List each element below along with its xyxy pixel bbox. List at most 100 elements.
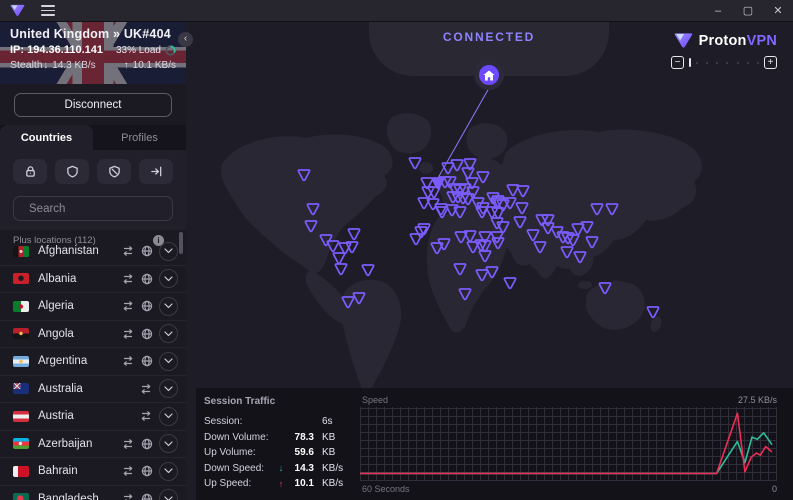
adblocker-filter-button[interactable] bbox=[97, 159, 131, 184]
country-row-algeria[interactable]: Algeria bbox=[0, 293, 186, 321]
chevron-down-icon bbox=[164, 441, 173, 447]
country-expand-button[interactable] bbox=[159, 462, 178, 481]
country-row-bangladesh[interactable]: Bangladesh bbox=[0, 486, 186, 500]
country-expand-button[interactable] bbox=[159, 434, 178, 453]
header-up-speed: 10.1 KB/s bbox=[133, 60, 176, 71]
sidebar-tabs: CountriesProfiles bbox=[0, 125, 186, 150]
tor-globe-icon bbox=[141, 438, 153, 450]
country-expand-button[interactable] bbox=[159, 352, 178, 371]
p2p-swap-icon bbox=[121, 300, 135, 312]
country-row-azerbaijan[interactable]: Azerbaijan bbox=[0, 431, 186, 459]
connection-status: CONNECTED bbox=[369, 30, 609, 44]
down-arrow-icon: ↓ bbox=[43, 60, 48, 71]
chevron-down-icon bbox=[164, 276, 173, 282]
chart-ymin-label: 0 bbox=[772, 484, 777, 494]
flag-ao bbox=[13, 328, 29, 339]
menu-hamburger-icon[interactable] bbox=[41, 5, 55, 15]
ip-value: 194.36.110.141 bbox=[27, 44, 103, 56]
country-row-albania[interactable]: Albania bbox=[0, 266, 186, 294]
disconnect-button[interactable]: Disconnect bbox=[14, 93, 172, 117]
zoom-out-button[interactable]: − bbox=[671, 56, 684, 69]
country-row-afghanistan[interactable]: Afghanistan bbox=[0, 238, 186, 266]
stat-value: 59.6 bbox=[288, 447, 314, 458]
country-name: Australia bbox=[38, 383, 83, 395]
stat-label: Up Volume: bbox=[204, 447, 274, 458]
load-ring-icon bbox=[165, 45, 176, 56]
protonvpn-logo-icon bbox=[674, 32, 693, 49]
sidebar-collapse-button[interactable]: ‹ bbox=[178, 32, 193, 47]
country-name: Albania bbox=[38, 273, 76, 285]
map-zoom-control: − + bbox=[671, 56, 777, 69]
country-row-argentina[interactable]: Argentina bbox=[0, 348, 186, 376]
brand-proton: Proton bbox=[699, 33, 747, 49]
tab-countries[interactable]: Countries bbox=[0, 125, 93, 150]
tor-globe-icon bbox=[141, 300, 153, 312]
secure-core-filter-button[interactable] bbox=[13, 159, 47, 184]
window-minimize-button[interactable]: – bbox=[703, 0, 733, 21]
window-close-button[interactable]: ✕ bbox=[763, 0, 793, 21]
country-expand-button[interactable] bbox=[159, 489, 178, 500]
lock-icon bbox=[24, 165, 37, 178]
netshield-filter-button[interactable] bbox=[55, 159, 89, 184]
home-icon bbox=[483, 70, 495, 81]
zoom-slider-track[interactable] bbox=[696, 62, 759, 64]
filter-row bbox=[0, 150, 186, 188]
p2p-swap-icon bbox=[139, 410, 153, 422]
stat-value: 10.1 bbox=[288, 478, 314, 489]
stat-unit: KB/s bbox=[322, 478, 352, 489]
proton-logo-icon bbox=[10, 4, 25, 17]
chart-xaxis-label: 60 Seconds bbox=[362, 484, 410, 494]
stat-label: Up Speed: bbox=[204, 478, 274, 489]
shield-ad-icon bbox=[108, 165, 121, 178]
zoom-slider-handle[interactable] bbox=[689, 58, 691, 67]
upload-speed-line bbox=[360, 413, 772, 473]
flag-af bbox=[13, 246, 29, 257]
country-name: Algeria bbox=[38, 300, 74, 312]
p2p-swap-icon bbox=[121, 465, 135, 477]
country-expand-button[interactable] bbox=[159, 324, 178, 343]
flag-at bbox=[13, 411, 29, 422]
home-location-button[interactable] bbox=[474, 60, 504, 90]
flag-al bbox=[13, 273, 29, 284]
stat-value: 14.3 bbox=[288, 463, 314, 474]
search-input[interactable] bbox=[29, 203, 183, 215]
country-name: Bangladesh bbox=[38, 493, 99, 500]
country-expand-button[interactable] bbox=[159, 297, 178, 316]
load-label: 33% Load bbox=[116, 45, 161, 56]
country-row-bahrain[interactable]: Bahrain bbox=[0, 458, 186, 486]
stat-row: Session:6s bbox=[204, 414, 356, 430]
kill-switch-filter-button[interactable] bbox=[139, 159, 173, 184]
country-name: Azerbaijan bbox=[38, 438, 92, 450]
connection-header: United Kingdom » UK#404 IP: 194.36.110.1… bbox=[0, 22, 186, 84]
window-maximize-button[interactable]: ▢ bbox=[733, 0, 763, 21]
chart-title: Speed bbox=[362, 395, 388, 405]
stat-value: 78.3 bbox=[288, 432, 314, 443]
country-row-austria[interactable]: Austria bbox=[0, 403, 186, 431]
stat-label: Session: bbox=[204, 416, 274, 427]
country-expand-button[interactable] bbox=[159, 407, 178, 426]
connection-title: United Kingdom » UK#404 bbox=[10, 27, 176, 41]
stat-unit: KB bbox=[322, 432, 352, 443]
p2p-swap-icon bbox=[121, 355, 135, 367]
chevron-down-icon bbox=[164, 358, 173, 364]
stat-row: Up Speed:↑10.1 KB/s bbox=[204, 476, 356, 492]
header-down-speed: 14.3 KB/s bbox=[52, 60, 95, 71]
country-row-angola[interactable]: Angola bbox=[0, 321, 186, 349]
country-expand-button[interactable] bbox=[159, 242, 178, 261]
stat-label: Down Speed: bbox=[204, 463, 274, 474]
country-row-australia[interactable]: Australia bbox=[0, 376, 186, 404]
flag-au bbox=[13, 383, 29, 394]
stat-row: Down Speed:↓14.3KB/s bbox=[204, 461, 356, 477]
chevron-down-icon bbox=[164, 468, 173, 474]
country-name: Argentina bbox=[38, 355, 87, 367]
country-expand-button[interactable] bbox=[159, 269, 178, 288]
zoom-in-button[interactable]: + bbox=[764, 56, 777, 69]
flag-dz bbox=[13, 301, 29, 312]
flag-az bbox=[13, 438, 29, 449]
stat-unit: KB bbox=[322, 447, 352, 458]
p2p-swap-icon bbox=[121, 438, 135, 450]
up-arrow-icon: ↑ bbox=[274, 479, 288, 489]
tab-profiles[interactable]: Profiles bbox=[93, 125, 186, 150]
country-expand-button[interactable] bbox=[159, 379, 178, 398]
p2p-swap-icon bbox=[139, 383, 153, 395]
